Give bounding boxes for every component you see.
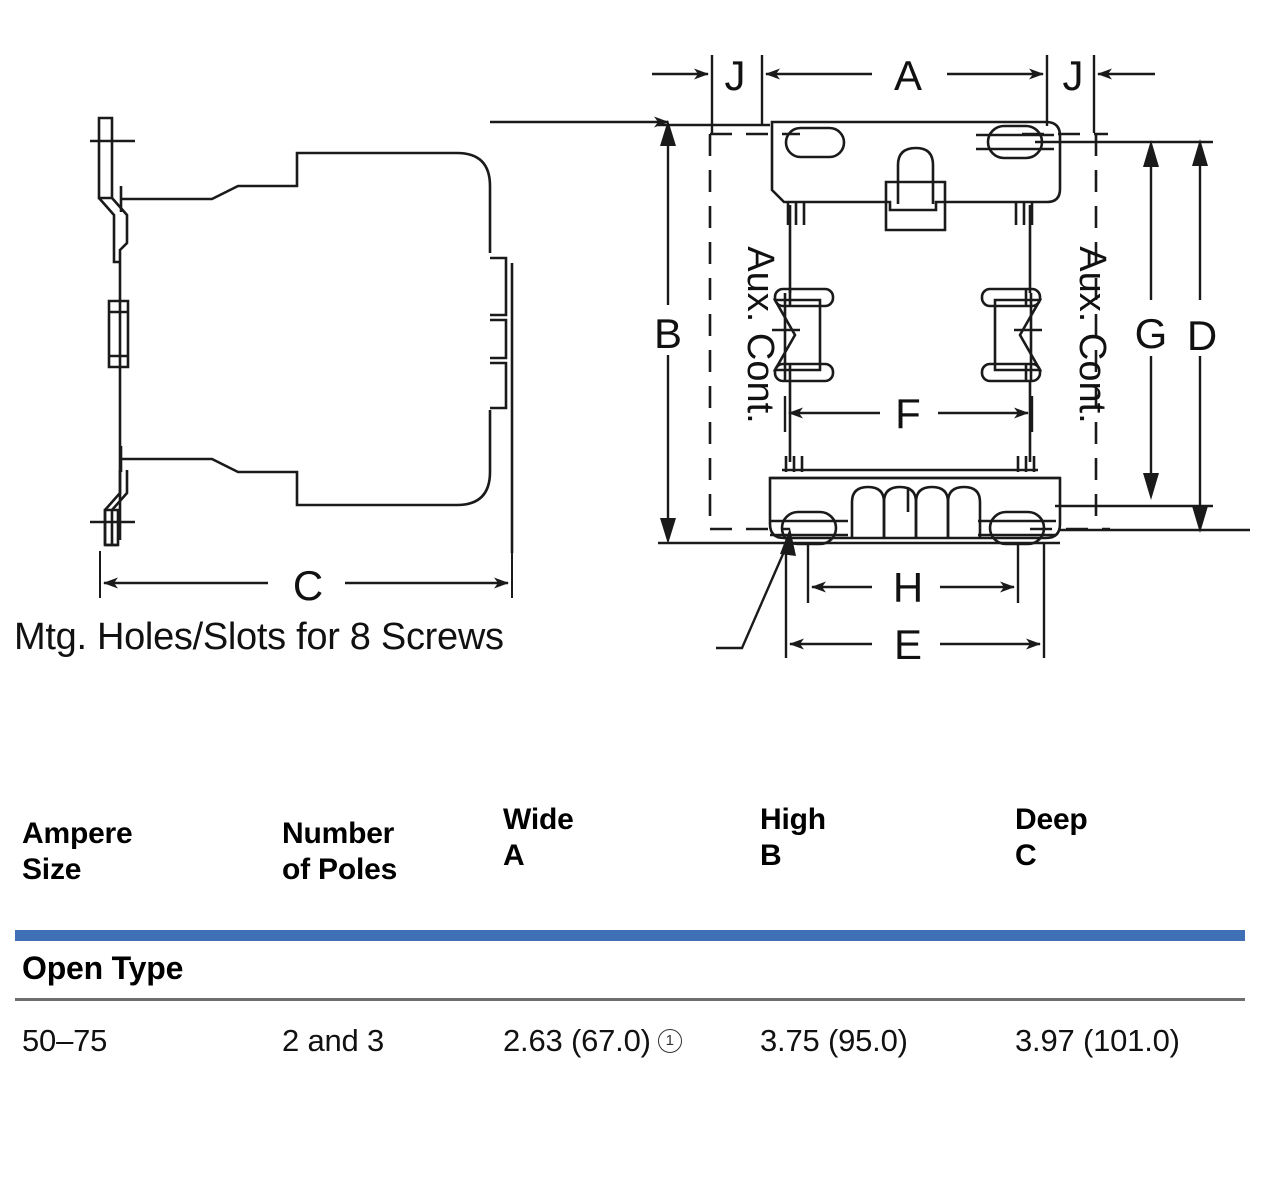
column-header-high-b-line1: High	[760, 803, 826, 836]
cell-number-of-poles: 2 and 3	[282, 1023, 385, 1058]
cell-wide-a-value: 2.63 (67.0)	[503, 1023, 651, 1058]
aux-cont-label-left: Aux. Cont.	[739, 246, 781, 423]
aux-cont-label-right: Aux. Cont.	[1071, 246, 1113, 423]
column-header-high-b: High B	[760, 802, 826, 874]
dimension-label-j-right: J	[1063, 52, 1084, 99]
dimension-label-e: E	[894, 621, 922, 668]
column-header-number-of-poles-line1: Number	[282, 817, 395, 850]
column-header-deep-c-line2: C	[1015, 839, 1037, 872]
column-header-wide-a-line2: A	[503, 839, 525, 872]
dimension-label-h: H	[893, 564, 923, 611]
column-header-wide-a-line1: Wide	[503, 803, 574, 836]
column-header-wide-a: Wide A	[503, 802, 574, 874]
dimension-b-line	[490, 116, 676, 544]
cell-wide-a: 2.63 (67.0) 1	[503, 1023, 682, 1059]
mounting-holes-caption: Mtg. Holes/Slots for 8 Screws	[14, 616, 504, 658]
mtg-hole-top-right	[986, 124, 1044, 160]
cell-deep-c: 3.97 (101.0)	[1015, 1023, 1180, 1058]
table-divider-rule	[15, 998, 1245, 1001]
dimension-label-f: F	[895, 390, 921, 437]
dimension-label-d: D	[1187, 312, 1217, 359]
technical-drawing: J A J B G D F H E C Aux. Cont. Aux. Cont…	[0, 0, 1280, 700]
side-view-body	[90, 116, 514, 598]
dimensions-table: Ampere Size Number of Poles Wide A High …	[0, 780, 1280, 1110]
column-header-ampere-size-line1: Ampere	[22, 817, 133, 850]
mtg-slot-top-left	[784, 126, 846, 159]
dimension-label-a: A	[894, 52, 922, 99]
table-accent-rule	[15, 930, 1245, 941]
drawing-canvas: J A J B G D F H E C Aux. Cont. Aux. Cont…	[90, 52, 1250, 668]
dimension-label-c: C	[293, 562, 323, 609]
cell-ampere-size: 50–75	[22, 1023, 108, 1058]
dimension-label-b: B	[654, 310, 682, 357]
column-header-number-of-poles-line2: of Poles	[282, 853, 398, 886]
column-header-deep-c: Deep C	[1015, 802, 1088, 874]
dimension-label-g: G	[1135, 310, 1168, 357]
top-mounting-bracket	[770, 120, 1062, 293]
footnote-marker-1: 1	[657, 1029, 682, 1053]
bottom-mounting-bracket	[768, 456, 1062, 546]
table-group-label-open-type: Open Type	[22, 950, 184, 986]
column-header-high-b-line2: B	[760, 839, 782, 872]
terminal-block-right	[980, 287, 1043, 383]
column-header-ampere-size-line2: Size	[22, 853, 82, 886]
cell-high-b: 3.75 (95.0)	[760, 1023, 908, 1058]
dimension-label-j-left: J	[725, 52, 746, 99]
page-root: J A J B G D F H E C Aux. Cont. Aux. Cont…	[0, 0, 1280, 1193]
column-header-ampere-size: Ampere Size	[22, 816, 133, 888]
column-header-deep-c-line1: Deep	[1015, 803, 1088, 836]
caption-leader-line	[716, 528, 796, 650]
column-header-number-of-poles: Number of Poles	[282, 816, 397, 888]
